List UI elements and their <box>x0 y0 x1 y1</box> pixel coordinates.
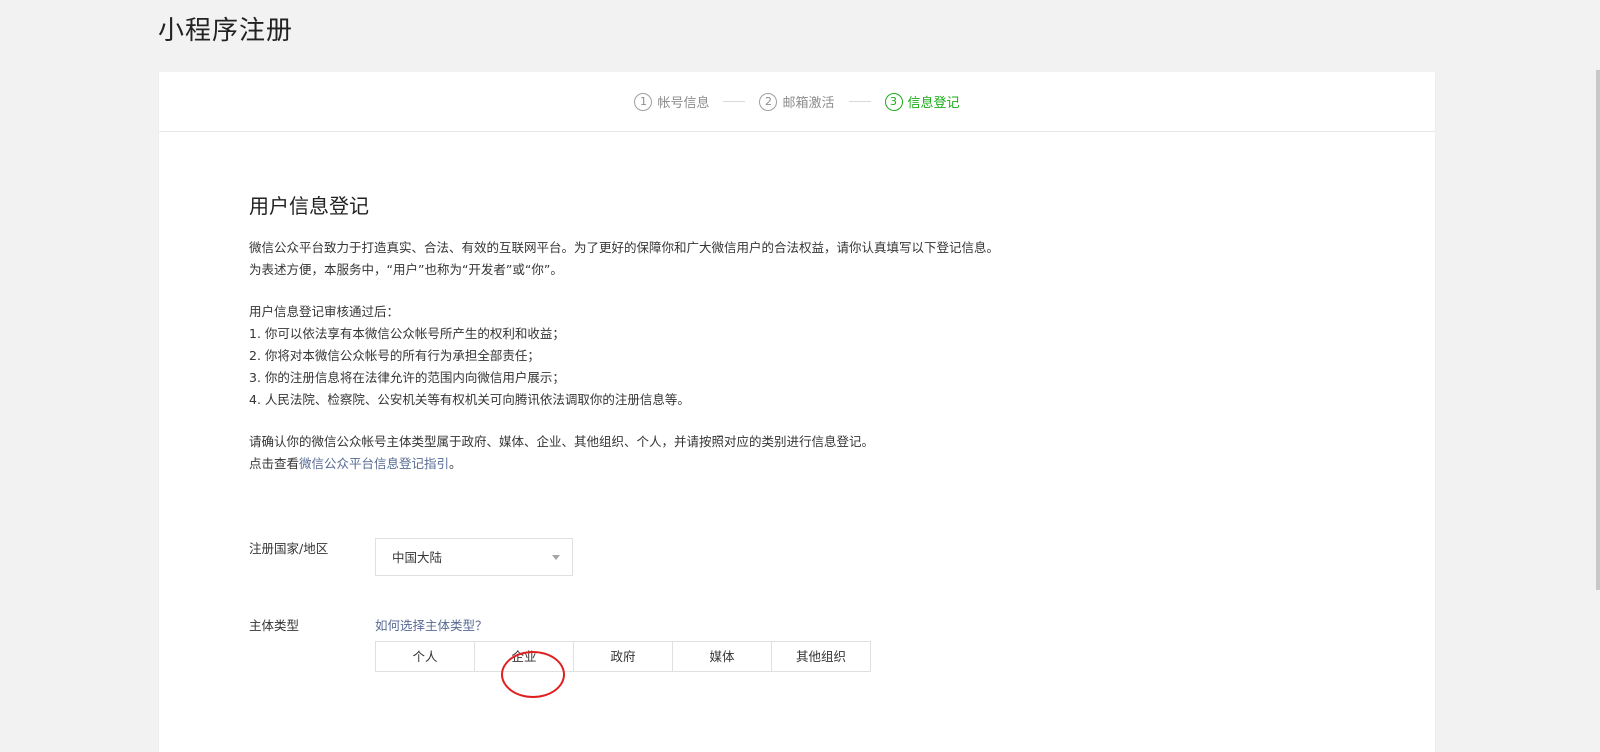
step-number: 3 <box>884 92 903 111</box>
step-number: 2 <box>759 92 778 111</box>
review-line: 3. 你的注册信息将在法律允许的范围内向微信用户展示； <box>249 370 565 385</box>
step-account-info: 1 帐号信息 <box>634 92 709 111</box>
step-label: 帐号信息 <box>657 96 710 111</box>
country-select-value: 中国大陆 <box>392 550 443 565</box>
step-info-registration: 3 信息登记 <box>884 92 960 111</box>
confirm-line: 请确认你的微信公众帐号主体类型属于政府、媒体、企业、其他组织、个人，并请按照对应… <box>249 434 875 449</box>
registration-content: 用户信息登记 微信公众平台致力于打造真实、合法、有效的互联网平台。为了更好的保障… <box>249 190 1249 495</box>
entity-type-options: 个人 企业 政府 媒体 其他组织 <box>375 641 871 672</box>
highlight-circle-annotation <box>501 651 565 698</box>
intro-line: 微信公众平台致力于打造真实、合法、有效的互联网平台。为了更好的保障你和广大微信用… <box>249 240 1000 255</box>
type-option-government[interactable]: 政府 <box>573 641 673 672</box>
type-option-other-org[interactable]: 其他组织 <box>771 641 871 672</box>
step-email-activation: 2 邮箱激活 <box>759 92 835 111</box>
guide-prefix: 点击查看 <box>249 456 300 471</box>
step-label: 邮箱激活 <box>782 96 835 111</box>
intro-line: 为表述方便，本服务中，“用户”也称为“开发者”或“你”。 <box>249 262 563 277</box>
type-option-individual[interactable]: 个人 <box>375 641 475 672</box>
registration-card: 1 帐号信息 2 邮箱激活 3 信息登记 用户信息登记 微信公众平台致力于打造真… <box>159 72 1435 752</box>
page-title: 小程序注册 <box>158 16 294 46</box>
review-line: 4. 人民法院、检察院、公安机关等有权机关可向腾讯依法调取你的注册信息等。 <box>249 392 690 407</box>
review-line: 用户信息登记审核通过后： <box>249 304 400 319</box>
review-line: 1. 你可以依法享有本微信公众帐号所产生的权利和收益； <box>249 326 565 341</box>
step-divider <box>848 101 871 102</box>
step-number: 1 <box>634 92 653 111</box>
review-terms: 用户信息登记审核通过后： 1. 你可以依法享有本微信公众帐号所产生的权利和收益；… <box>249 301 1249 411</box>
guide-suffix: 。 <box>449 456 462 471</box>
scrollbar-thumb[interactable] <box>1596 70 1600 590</box>
entity-type-label: 主体类型 <box>249 618 300 633</box>
scrollbar[interactable] <box>1592 70 1600 590</box>
country-label: 注册国家/地区 <box>249 541 329 556</box>
chevron-down-icon <box>552 555 560 560</box>
entity-type-help-link[interactable]: 如何选择主体类型？ <box>375 615 488 634</box>
type-option-media[interactable]: 媒体 <box>672 641 772 672</box>
step-indicator: 1 帐号信息 2 邮箱激活 3 信息登记 <box>159 72 1435 132</box>
review-line: 2. 你将对本微信公众帐号的所有行为承担全部责任； <box>249 348 540 363</box>
step-label: 信息登记 <box>907 96 960 111</box>
registration-guide-link[interactable]: 微信公众平台信息登记指引 <box>299 456 449 471</box>
section-title: 用户信息登记 <box>249 194 369 218</box>
confirm-text: 请确认你的微信公众帐号主体类型属于政府、媒体、企业、其他组织、个人，并请按照对应… <box>249 431 1249 475</box>
country-select[interactable]: 中国大陆 <box>375 538 573 576</box>
intro-text: 微信公众平台致力于打造真实、合法、有效的互联网平台。为了更好的保障你和广大微信用… <box>249 237 1249 281</box>
guide-line: 点击查看微信公众平台信息登记指引。 <box>249 453 1249 475</box>
step-divider <box>723 101 746 102</box>
